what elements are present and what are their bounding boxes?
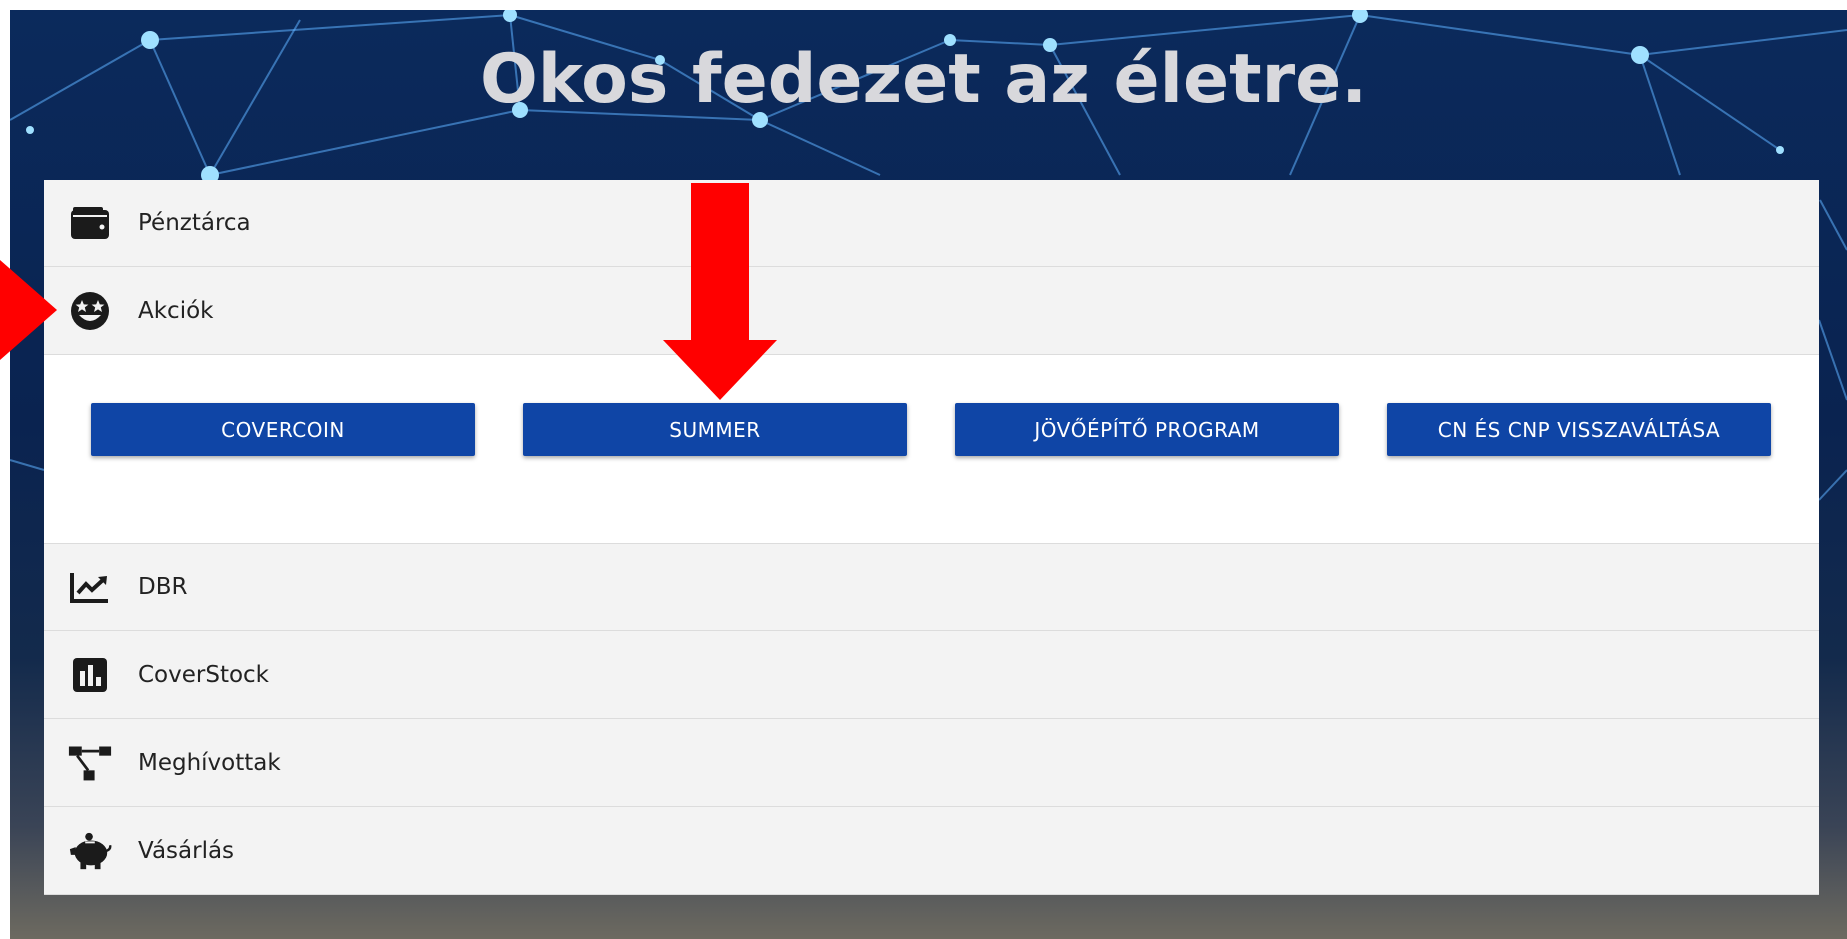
- covercoin-button[interactable]: COVERCOIN: [91, 403, 475, 456]
- frame-top: [0, 0, 1847, 10]
- summer-button[interactable]: SUMMER: [523, 403, 907, 456]
- network-icon: [68, 741, 112, 785]
- menu-item-coverstock[interactable]: CoverStock: [44, 632, 1819, 719]
- menu-item-penztarca[interactable]: Pénztárca: [44, 180, 1819, 267]
- menu-item-label: CoverStock: [138, 662, 270, 688]
- menu-item-dbr[interactable]: DBR: [44, 544, 1819, 631]
- akciok-expanded-section: COVERCOIN SUMMER JÖVŐÉPÍTŐ PROGRAM CN ÉS…: [44, 355, 1819, 544]
- menu-item-vasarlas[interactable]: Vásárlás: [44, 808, 1819, 895]
- hero-title: Okos fedezet az életre.: [479, 40, 1368, 119]
- annotation-arrow-down: [663, 183, 777, 400]
- chart-line-icon: [68, 565, 112, 609]
- menu-item-label: Meghívottak: [138, 750, 281, 776]
- star-struck-face-icon: [68, 289, 112, 333]
- menu-item-label: DBR: [138, 574, 188, 600]
- menu-item-meghivottak[interactable]: Meghívottak: [44, 720, 1819, 807]
- piggy-bank-icon: [68, 829, 112, 873]
- menu-item-label: Pénztárca: [138, 210, 251, 236]
- menu-panel: Pénztárca Akciók COVERCOIN SUMMER JÖVŐÉP…: [44, 180, 1819, 895]
- wallet-icon: [68, 201, 112, 245]
- annotation-arrow-right: [0, 260, 57, 360]
- menu-item-label: Akciók: [138, 298, 214, 324]
- menu-item-label: Vásárlás: [138, 838, 235, 864]
- bar-chart-icon: [68, 653, 112, 697]
- cn-es-cnp-visszavaltasa-button[interactable]: CN ÉS CNP VISSZAVÁLTÁSA: [1387, 403, 1771, 456]
- jovoepito-program-button[interactable]: JÖVŐÉPÍTŐ PROGRAM: [955, 403, 1339, 456]
- menu-item-akciok[interactable]: Akciók: [44, 268, 1819, 355]
- frame-left: [0, 0, 10, 939]
